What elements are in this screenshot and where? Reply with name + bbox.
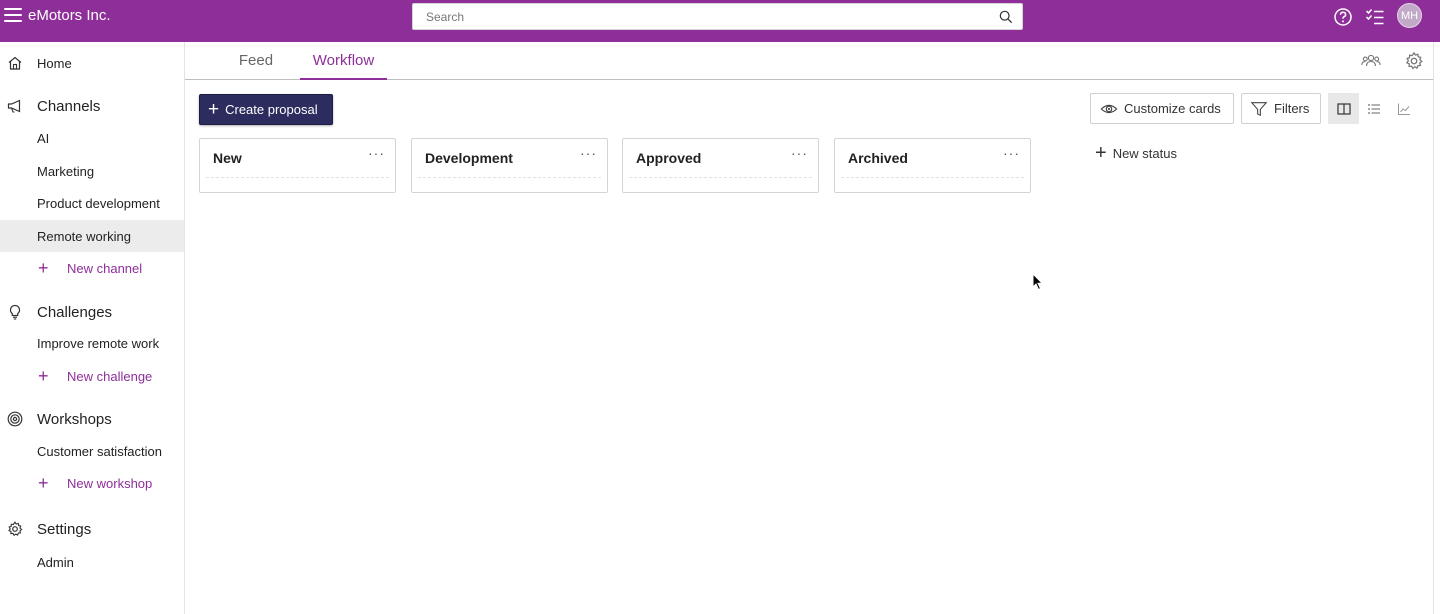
sidebar-item-remote-working[interactable]: Remote working [0, 220, 184, 252]
tab-feed[interactable]: Feed [225, 42, 287, 79]
lightbulb-icon [9, 304, 21, 320]
sidebar-item-product-development[interactable]: Product development [0, 187, 184, 219]
status-column: New ··· [199, 138, 396, 193]
sidebar-item-marketing[interactable]: Marketing [0, 155, 184, 187]
sidebar-section-settings[interactable]: Settings [0, 518, 184, 540]
customize-cards-label: Customize cards [1124, 101, 1221, 116]
plus-icon: + [38, 366, 49, 386]
plus-icon: + [208, 98, 220, 120]
chart-view-button[interactable] [1388, 93, 1419, 124]
sidebar-item-ai[interactable]: AI [0, 122, 184, 154]
plus-icon: + [38, 473, 49, 493]
filters-label: Filters [1274, 101, 1310, 116]
plus-icon: + [38, 258, 49, 278]
top-bar: eMotors Inc. MH [0, 0, 1440, 42]
column-divider [629, 177, 812, 178]
sidebar-section-label: Challenges [37, 303, 113, 321]
new-workshop-button[interactable]: + New workshop [0, 472, 184, 494]
menu-icon[interactable] [4, 8, 22, 24]
list-view-icon [1367, 103, 1380, 114]
sidebar-item-admin[interactable]: Admin [0, 546, 184, 578]
new-challenge-label: New challenge [67, 368, 153, 384]
megaphone-icon [7, 99, 21, 113]
tabs-bar: Feed Workflow [185, 42, 1433, 80]
board-view-button[interactable] [1328, 93, 1359, 124]
new-channel-label: New channel [67, 260, 143, 276]
column-title: Archived [848, 150, 908, 166]
new-workshop-label: New workshop [67, 475, 153, 491]
status-column: Archived ··· [834, 138, 1031, 193]
new-status-button[interactable]: + New status [1095, 142, 1177, 164]
board-view-icon [1336, 102, 1351, 115]
new-channel-button[interactable]: + New channel [0, 257, 184, 279]
eye-icon [1100, 104, 1118, 113]
more-options-icon[interactable]: ··· [791, 145, 808, 161]
search-box[interactable] [412, 3, 1023, 30]
sidebar-section-label: Workshops [37, 410, 112, 428]
tab-workflow[interactable]: Workflow [300, 42, 387, 80]
create-proposal-button[interactable]: + Create proposal [199, 94, 333, 125]
column-title: New [213, 150, 242, 166]
create-proposal-label: Create proposal [225, 102, 318, 117]
app-title: eMotors Inc. [28, 7, 111, 24]
sidebar: Home Channels AI Marketing Product devel… [0, 42, 185, 614]
column-title: Approved [636, 150, 702, 166]
settings-gear-icon[interactable] [1404, 51, 1424, 71]
content-border [1433, 42, 1434, 614]
avatar[interactable]: MH [1397, 3, 1422, 28]
column-divider [418, 177, 601, 178]
column-divider [206, 177, 389, 178]
chart-view-icon [1397, 103, 1410, 115]
mouse-cursor-icon [1032, 273, 1044, 291]
sidebar-section-channels[interactable]: Channels [0, 95, 184, 117]
column-title: Development [425, 150, 513, 166]
home-icon [8, 56, 22, 70]
sidebar-item-customer-satisfaction[interactable]: Customer satisfaction [0, 435, 184, 467]
more-options-icon[interactable]: ··· [580, 145, 597, 161]
new-challenge-button[interactable]: + New challenge [0, 365, 184, 387]
sidebar-item-home[interactable]: Home [0, 52, 184, 74]
search-icon[interactable] [999, 10, 1013, 24]
sidebar-section-challenges[interactable]: Challenges [0, 301, 184, 323]
more-options-icon[interactable]: ··· [368, 145, 385, 161]
members-icon[interactable] [1361, 51, 1381, 71]
filter-icon [1250, 101, 1268, 116]
status-column: Development ··· [411, 138, 608, 193]
more-options-icon[interactable]: ··· [1003, 145, 1020, 161]
sidebar-item-improve-remote-work[interactable]: Improve remote work [0, 327, 184, 359]
search-input[interactable] [413, 4, 973, 29]
new-status-label: New status [1112, 145, 1177, 161]
status-column: Approved ··· [622, 138, 819, 193]
customize-cards-button[interactable]: Customize cards [1090, 93, 1234, 124]
sidebar-section-label: Channels [37, 97, 101, 115]
help-icon[interactable] [1333, 7, 1353, 27]
sidebar-section-label: Settings [37, 520, 92, 538]
column-divider [841, 177, 1024, 178]
filters-button[interactable]: Filters [1241, 93, 1321, 124]
sidebar-section-workshops[interactable]: Workshops [0, 408, 184, 430]
tasks-icon[interactable] [1365, 7, 1385, 27]
gear-icon [8, 521, 23, 537]
plus-icon: + [1095, 142, 1107, 164]
target-icon [7, 411, 23, 427]
sidebar-item-label: Home [37, 55, 72, 71]
list-view-button[interactable] [1358, 93, 1389, 124]
